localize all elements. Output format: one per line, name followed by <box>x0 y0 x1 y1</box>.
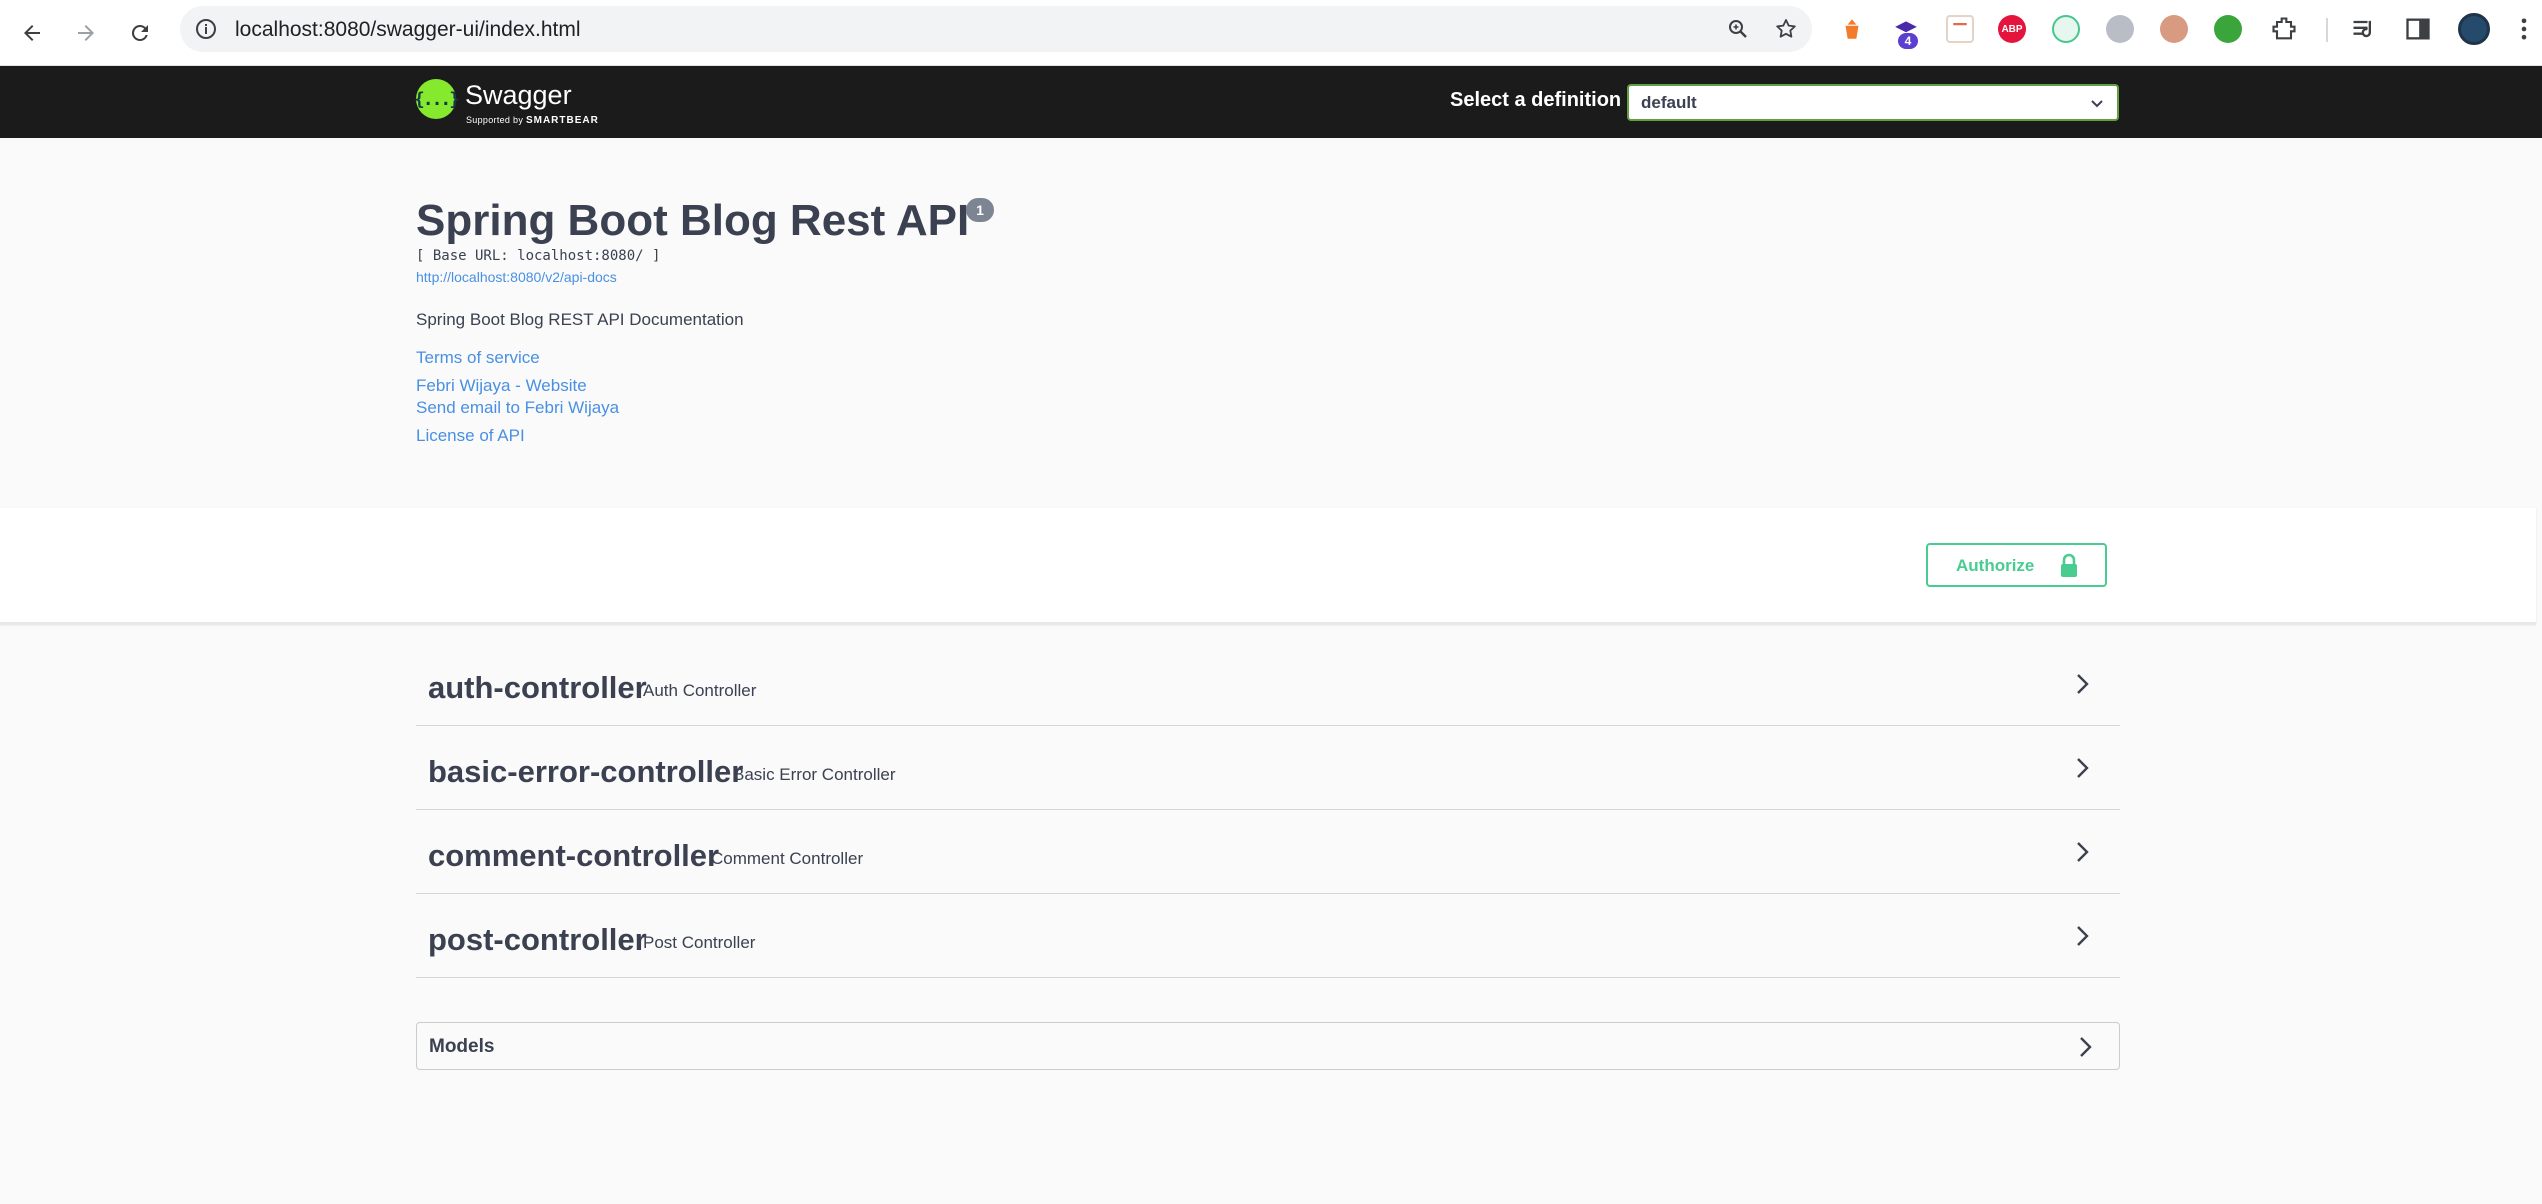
profile-avatar[interactable] <box>2458 13 2490 45</box>
models-label: Models <box>429 1036 495 1057</box>
swagger-logo-text[interactable]: Swagger <box>465 80 572 111</box>
chevron-right-icon <box>2080 1037 2092 1057</box>
chevron-right-icon <box>2077 842 2089 862</box>
extension-face-icon[interactable] <box>2160 15 2188 43</box>
scheme-container: Authorize <box>0 508 2536 624</box>
definition-select-value: default <box>1641 93 1697 112</box>
extension-fox-icon[interactable] <box>1838 15 1866 43</box>
extension-count-badge: 4 <box>1898 33 1918 49</box>
toolbar-divider <box>2326 18 2328 42</box>
chevron-down-icon <box>2091 100 2103 108</box>
browser-toolbar: localhost:8080/swagger-ui/index.html 4 A… <box>0 0 2542 66</box>
address-bar[interactable]: localhost:8080/swagger-ui/index.html <box>180 6 1812 52</box>
back-button[interactable] <box>12 13 52 53</box>
reading-list-icon[interactable] <box>2350 15 2378 43</box>
back-arrow-icon <box>24 25 40 41</box>
controller-row-comment[interactable]: comment-controller Comment Controller <box>416 810 2120 894</box>
controller-description: Post Controller <box>643 933 756 952</box>
controller-row-auth[interactable]: auth-controller Auth Controller <box>416 642 2120 726</box>
license-link[interactable]: License of API <box>416 426 525 446</box>
terms-of-service-link[interactable]: Terms of service <box>416 348 540 368</box>
website-link[interactable]: Febri Wijaya - Website <box>416 376 587 396</box>
controller-description: Comment Controller <box>711 849 864 868</box>
swagger-topbar: {...} Swagger Supported by SMARTBEAR Sel… <box>0 66 2542 138</box>
controller-row-basic-error[interactable]: basic-error-controller Basic Error Contr… <box>416 726 2120 810</box>
bookmark-star-icon[interactable] <box>1774 17 1798 41</box>
swagger-logo-subtitle: Supported by SMARTBEAR <box>466 115 599 126</box>
chevron-right-icon <box>2077 926 2089 946</box>
controller-name: auth-controller <box>428 670 647 705</box>
controller-name: post-controller <box>428 922 647 957</box>
adblock-label: ABP <box>2001 23 2023 35</box>
zoom-icon[interactable] <box>1726 17 1750 41</box>
lock-icon <box>2061 553 2077 577</box>
controller-description: Auth Controller <box>643 681 757 700</box>
definition-label: Select a definition <box>1450 89 1622 111</box>
extension-circle-icon[interactable] <box>2052 15 2080 43</box>
authorize-button[interactable]: Authorize <box>1926 543 2107 587</box>
controller-row-post[interactable]: post-controller Post Controller <box>416 894 2120 978</box>
authorize-label: Authorize <box>1956 556 2035 575</box>
api-title: Spring Boot Blog Rest API <box>416 196 970 245</box>
extension-globe-icon[interactable] <box>2106 15 2134 43</box>
api-info-section: Spring Boot Blog Rest API 1 [ Base URL: … <box>0 138 2542 508</box>
side-panel-icon[interactable] <box>2404 15 2432 43</box>
definition-select[interactable]: default <box>1627 84 2119 121</box>
models-section[interactable]: Models <box>416 1022 2120 1070</box>
forward-button[interactable] <box>66 13 106 53</box>
version-badge: 1 <box>966 198 994 222</box>
chevron-right-icon <box>2077 758 2089 778</box>
forward-arrow-icon <box>78 25 94 41</box>
extension-calendar-icon[interactable] <box>1946 15 1974 43</box>
more-menu-icon[interactable] <box>2510 15 2538 43</box>
controller-name: comment-controller <box>428 838 720 873</box>
base-url: [ Base URL: localhost:8080/ ] <box>416 248 661 264</box>
swagger-logo-icon[interactable]: {...} <box>414 79 460 119</box>
reload-icon <box>131 24 148 41</box>
controller-name: basic-error-controller <box>428 754 744 789</box>
extension-earth-icon[interactable] <box>2214 15 2242 43</box>
site-info-icon[interactable] <box>194 17 218 41</box>
extension-adblock-icon[interactable]: ABP <box>1998 15 2026 43</box>
controller-description: Basic Error Controller <box>733 765 896 784</box>
email-link[interactable]: Send email to Febri Wijaya <box>416 398 619 418</box>
url-text[interactable]: localhost:8080/swagger-ui/index.html <box>235 18 581 42</box>
api-docs-link[interactable]: http://localhost:8080/v2/api-docs <box>416 269 617 285</box>
api-description: Spring Boot Blog REST API Documentation <box>416 310 744 329</box>
extensions-puzzle-icon[interactable] <box>2270 15 2298 43</box>
reload-button[interactable] <box>120 13 160 53</box>
chevron-right-icon <box>2077 674 2089 694</box>
